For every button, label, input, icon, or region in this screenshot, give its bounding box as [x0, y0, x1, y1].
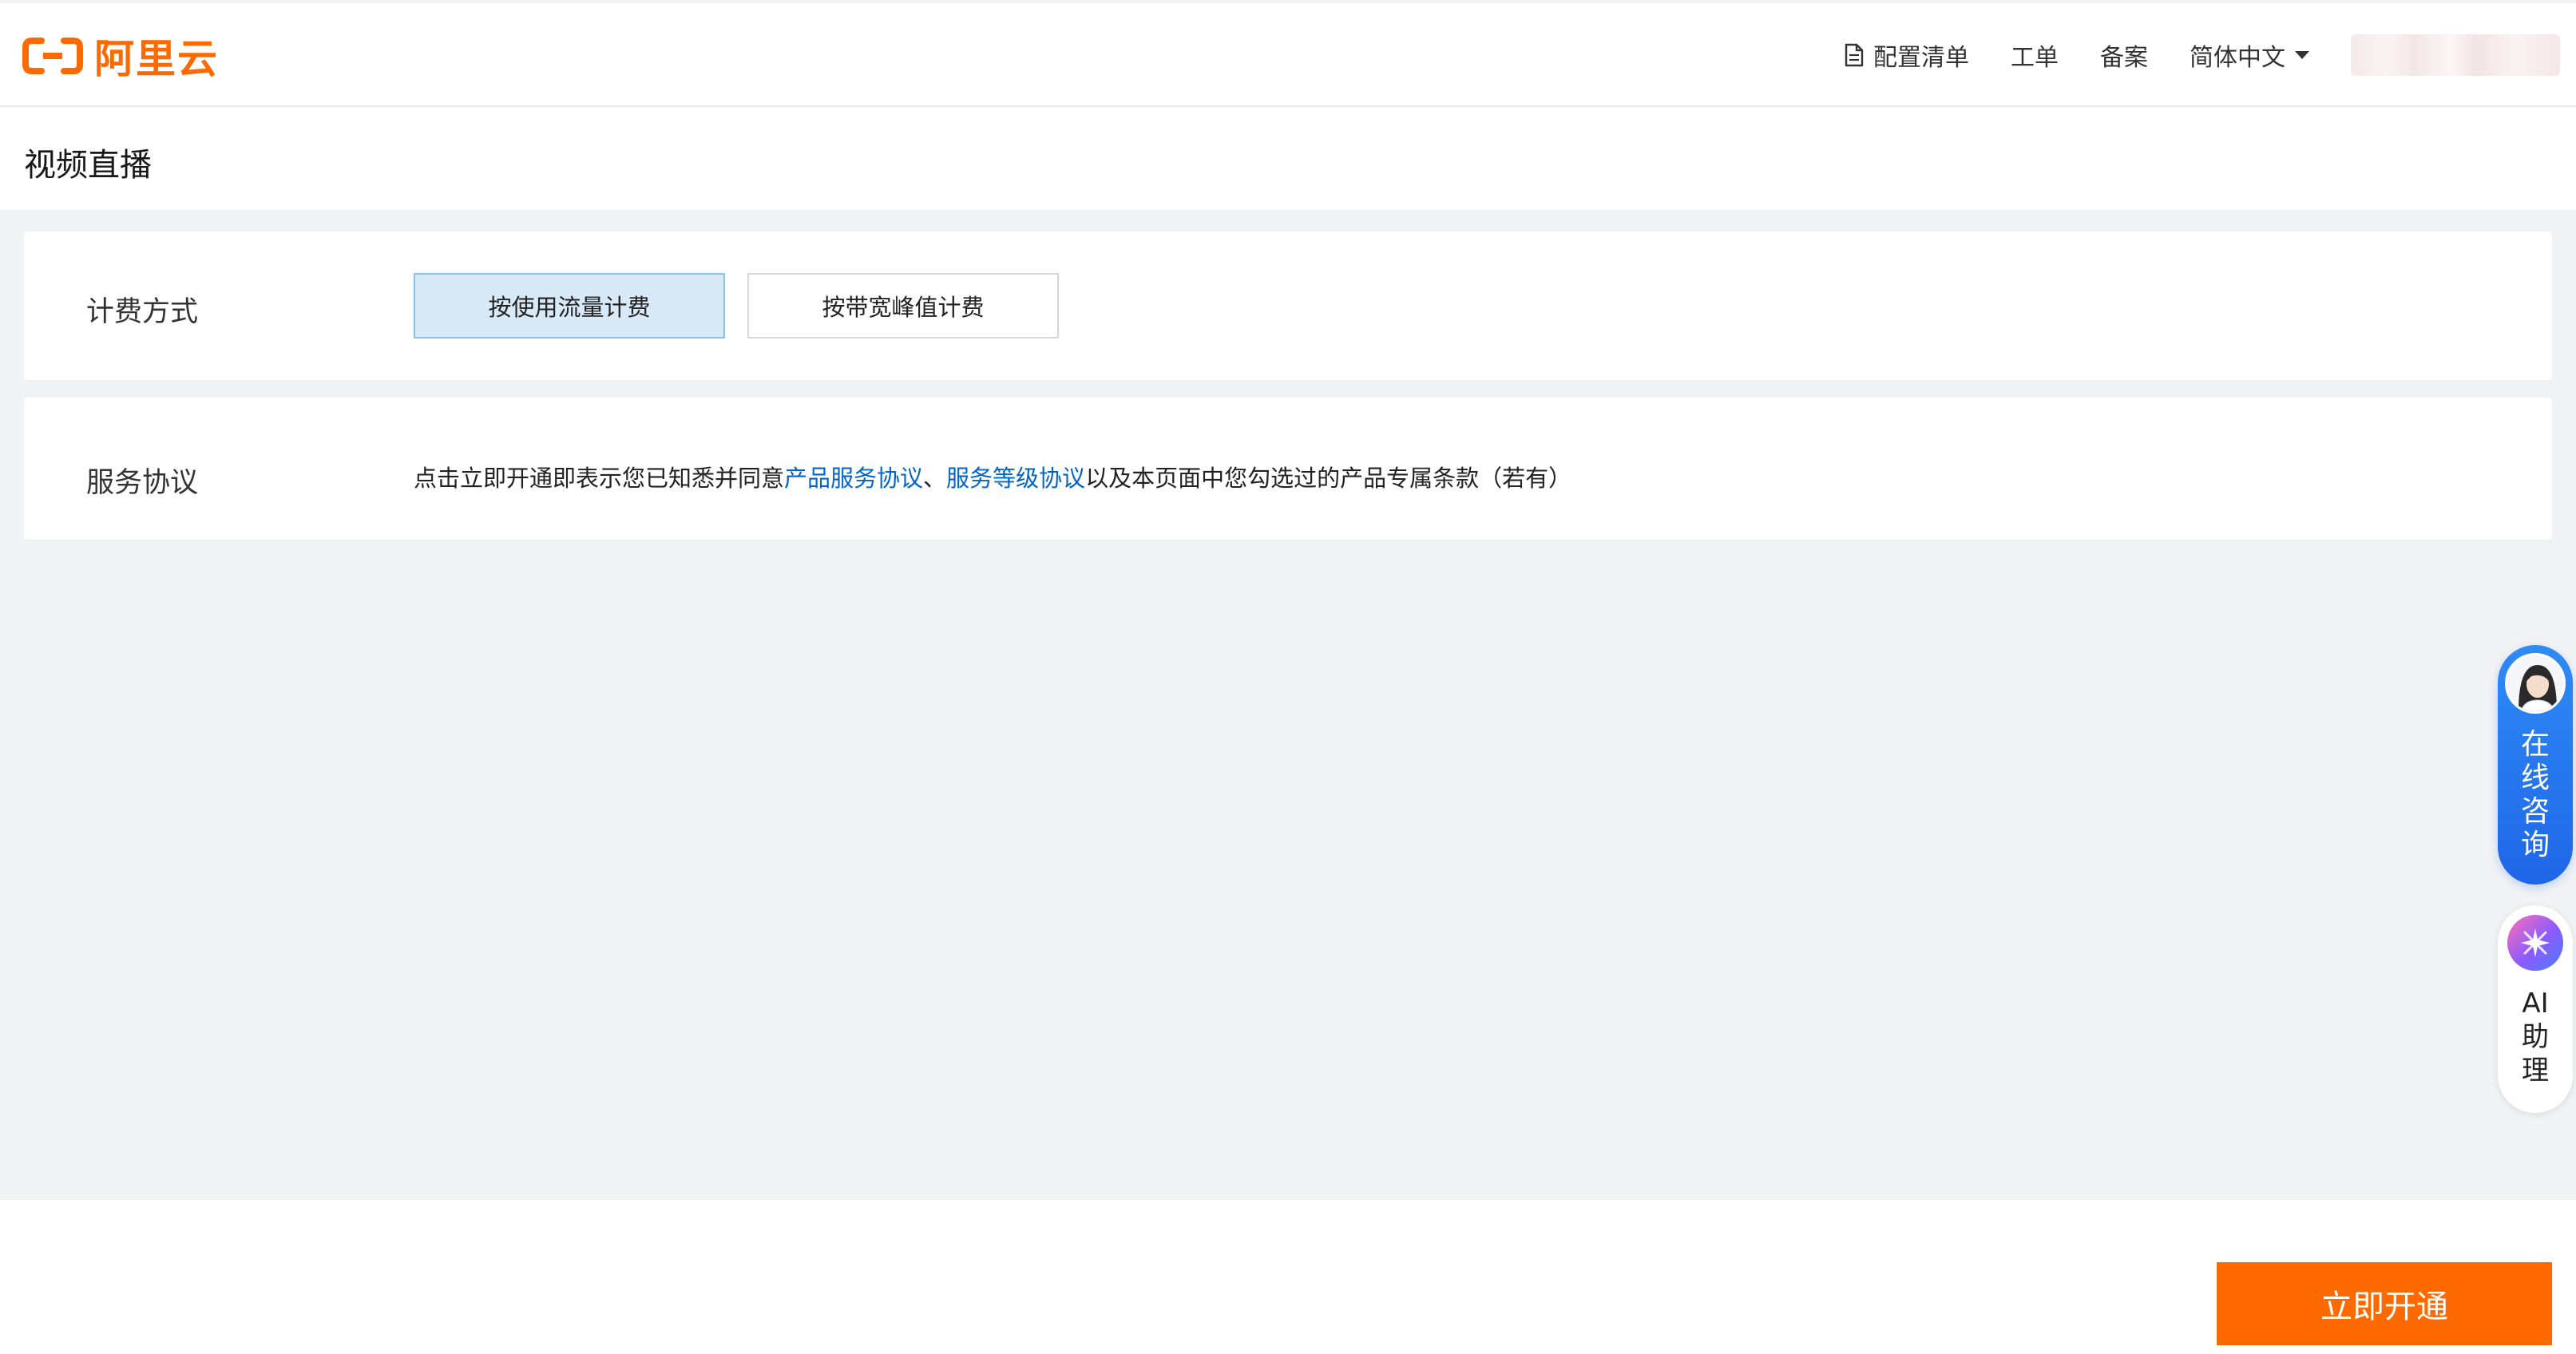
consultant-avatar	[2505, 653, 2566, 714]
agreement-separator: 、	[923, 465, 947, 492]
service-level-agreement-link[interactable]: 服务等级协议	[946, 465, 1085, 492]
activate-now-button[interactable]: 立即开通	[2217, 1262, 2552, 1345]
online-consult-button[interactable]: 在线咨询	[2498, 645, 2573, 885]
agreement-prefix: 点击立即开通即表示您已知悉并同意	[414, 465, 785, 492]
logo-text: 阿里云	[94, 36, 219, 82]
agreement-text: 点击立即开通即表示您已知悉并同意产品服务协议、服务等级协议以及本页面中您勾选过的…	[414, 460, 1571, 493]
service-agreement-section: 服务协议 点击立即开通即表示您已知悉并同意产品服务协议、服务等级协议以及本页面中…	[24, 398, 2552, 540]
chevron-down-icon	[2295, 51, 2309, 59]
nav-config-list[interactable]: 配置清单	[1845, 38, 1969, 73]
language-selector[interactable]: 简体中文	[2190, 38, 2309, 73]
billing-method-label: 计费方式	[86, 296, 199, 328]
top-navbar: 阿里云 配置清单 工单 备案 简体中文	[0, 3, 2576, 107]
product-service-agreement-link[interactable]: 产品服务协议	[784, 465, 923, 492]
nav-config-list-label: 配置清单	[1873, 44, 1969, 72]
document-icon	[1845, 43, 1864, 67]
aliyun-logo[interactable]: 阿里云	[22, 32, 219, 82]
language-label: 简体中文	[2190, 44, 2285, 72]
billing-option-traffic[interactable]: 按使用流量计费	[414, 273, 725, 338]
ai-assistant-label: AI助理	[2522, 988, 2549, 1087]
page-title: 视频直播	[24, 147, 152, 184]
aliyun-logo-icon	[22, 38, 83, 74]
ai-assistant-button[interactable]: AI助理	[2498, 905, 2573, 1113]
online-consult-label: 在线咨询	[2520, 728, 2550, 861]
top-nav-menu: 配置清单 工单 备案 简体中文	[1845, 3, 2576, 107]
agreement-suffix: 以及本页面中您勾选过的产品专属条款（若有）	[1085, 465, 1572, 492]
sparkle-icon	[2507, 915, 2563, 971]
user-account-avatar[interactable]	[2351, 34, 2560, 76]
page-header: 视频直播	[0, 107, 2576, 211]
service-agreement-label: 服务协议	[86, 467, 199, 499]
nav-ticket[interactable]: 工单	[2011, 38, 2059, 73]
billing-option-bandwidth-peak[interactable]: 按带宽峰值计费	[747, 273, 1059, 338]
bottom-action-bar: 立即开通	[0, 1199, 2576, 1354]
billing-method-section: 计费方式 按使用流量计费 按带宽峰值计费	[24, 232, 2552, 380]
nav-filing[interactable]: 备案	[2100, 38, 2148, 73]
